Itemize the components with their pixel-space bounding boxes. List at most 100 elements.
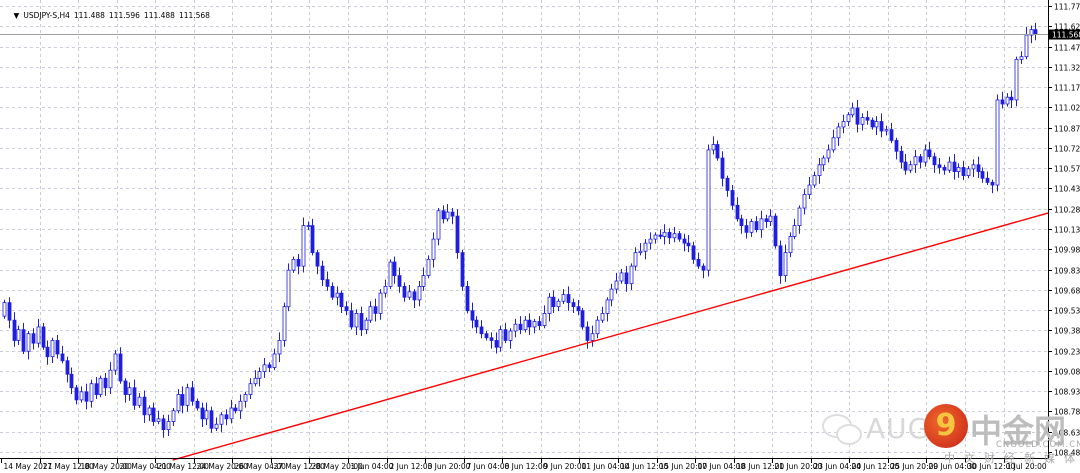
candle-bear xyxy=(31,333,36,344)
candle-bull xyxy=(354,313,359,328)
candle-bear xyxy=(855,107,860,125)
candle-bull xyxy=(595,319,600,335)
candle-bull xyxy=(378,292,383,314)
candle-bull xyxy=(98,377,103,395)
candle-bear xyxy=(359,313,364,331)
candle-bear xyxy=(296,258,301,267)
candle-bear xyxy=(474,319,479,328)
candle-bear xyxy=(899,150,904,163)
y-axis: 111.775111.625111.475111.325111.175111.0… xyxy=(1048,3,1080,458)
candle-bull xyxy=(50,340,55,358)
candle-bull xyxy=(421,275,426,287)
candle-bear xyxy=(754,221,759,231)
candle-bear xyxy=(460,252,465,287)
candle-bear xyxy=(503,329,508,341)
y-tick-label: 110.430 xyxy=(1054,185,1080,194)
candle-bear xyxy=(1033,29,1038,35)
candle-bear xyxy=(195,400,200,409)
candle-bull xyxy=(445,211,450,220)
candle-bull xyxy=(995,99,1000,186)
candle-bull xyxy=(759,218,764,231)
candle-bear xyxy=(7,302,12,321)
current-price-label: 111.568 xyxy=(1052,31,1080,40)
candle-bull xyxy=(884,129,889,132)
y-tick-label: 110.280 xyxy=(1054,206,1080,215)
candle-bull xyxy=(638,250,643,254)
candle-bear xyxy=(484,333,489,339)
candle-bear xyxy=(1000,99,1005,105)
candle-bear xyxy=(870,119,875,128)
candle-bear xyxy=(267,364,272,368)
candle-bear xyxy=(402,286,407,298)
candle-bear xyxy=(918,156,923,163)
candlestick-chart[interactable]: 111.775111.625111.475111.325111.175111.0… xyxy=(0,0,1080,473)
candle-bull xyxy=(792,225,797,237)
y-tick-label: 109.680 xyxy=(1054,287,1080,296)
candle-bear xyxy=(585,326,590,341)
candle-bear xyxy=(942,167,947,171)
y-tick-label: 109.530 xyxy=(1054,307,1080,316)
candle-bear xyxy=(132,387,137,406)
candle-bear xyxy=(310,225,315,254)
candle-bull xyxy=(253,377,258,385)
candle-bull xyxy=(633,252,638,267)
candle-bear xyxy=(571,302,576,308)
candle-bull xyxy=(513,323,518,332)
chart-header: ▼ USDJPY-S,H4 111.488 111.596 111.488 111.568 xyxy=(4,2,214,29)
candle-bear xyxy=(894,140,899,152)
candle-bull xyxy=(508,330,513,341)
candle-bear xyxy=(580,310,585,328)
candle-bull xyxy=(629,265,634,285)
candle-bull xyxy=(436,210,441,240)
candle-bull xyxy=(850,107,855,116)
candle-bull xyxy=(605,299,610,314)
candle-bear xyxy=(190,387,195,402)
candle-bull xyxy=(2,302,7,317)
y-tick-label: 108.630 xyxy=(1054,429,1080,438)
y-tick-label: 111.475 xyxy=(1054,44,1080,53)
candle-bull xyxy=(277,340,282,355)
candle-bull xyxy=(137,396,142,406)
candle-bear xyxy=(233,407,238,412)
candle-bull xyxy=(812,175,817,186)
collapse-triangle-icon[interactable]: ▼ xyxy=(14,11,20,20)
candle-bear xyxy=(489,337,494,341)
candle-bull xyxy=(653,234,658,240)
candle-bull xyxy=(204,410,209,420)
candle-bull xyxy=(590,333,595,341)
candle-bear xyxy=(537,321,542,326)
x-tick-label: 8 Jun 12:00 xyxy=(505,462,548,471)
candle-bear xyxy=(465,286,470,312)
candle-bear xyxy=(691,245,696,260)
symbol-label: USDJPY-S,H4 xyxy=(23,11,70,20)
candle-bull xyxy=(368,306,373,321)
candle-bull xyxy=(113,353,118,371)
candle-bear xyxy=(60,353,65,362)
candle-bear xyxy=(952,161,957,172)
candle-bull xyxy=(306,225,311,227)
candle-bear xyxy=(903,161,908,171)
candle-bull xyxy=(817,164,822,176)
candle-bear xyxy=(151,407,156,422)
candle-bull xyxy=(272,353,277,368)
candle-bear xyxy=(74,387,79,401)
candle-bull xyxy=(185,387,190,406)
candle-bull xyxy=(711,144,716,151)
candle-bull xyxy=(147,407,152,416)
candle-bear xyxy=(397,275,402,287)
candle-bull xyxy=(874,121,879,128)
candle-bull xyxy=(532,321,537,328)
candle-bear xyxy=(455,215,460,254)
candle-bear xyxy=(12,319,17,341)
candle-bull xyxy=(826,149,831,159)
candle-bear xyxy=(551,296,556,308)
candle-bull xyxy=(836,126,841,139)
candle-bull xyxy=(176,394,181,412)
candle-bull xyxy=(214,423,219,429)
candle-bull xyxy=(956,167,961,172)
candle-bear xyxy=(45,346,50,358)
candle-bear xyxy=(985,177,990,183)
candle-bear xyxy=(349,310,354,328)
candle-bear xyxy=(778,245,783,276)
candle-bear xyxy=(658,234,663,237)
